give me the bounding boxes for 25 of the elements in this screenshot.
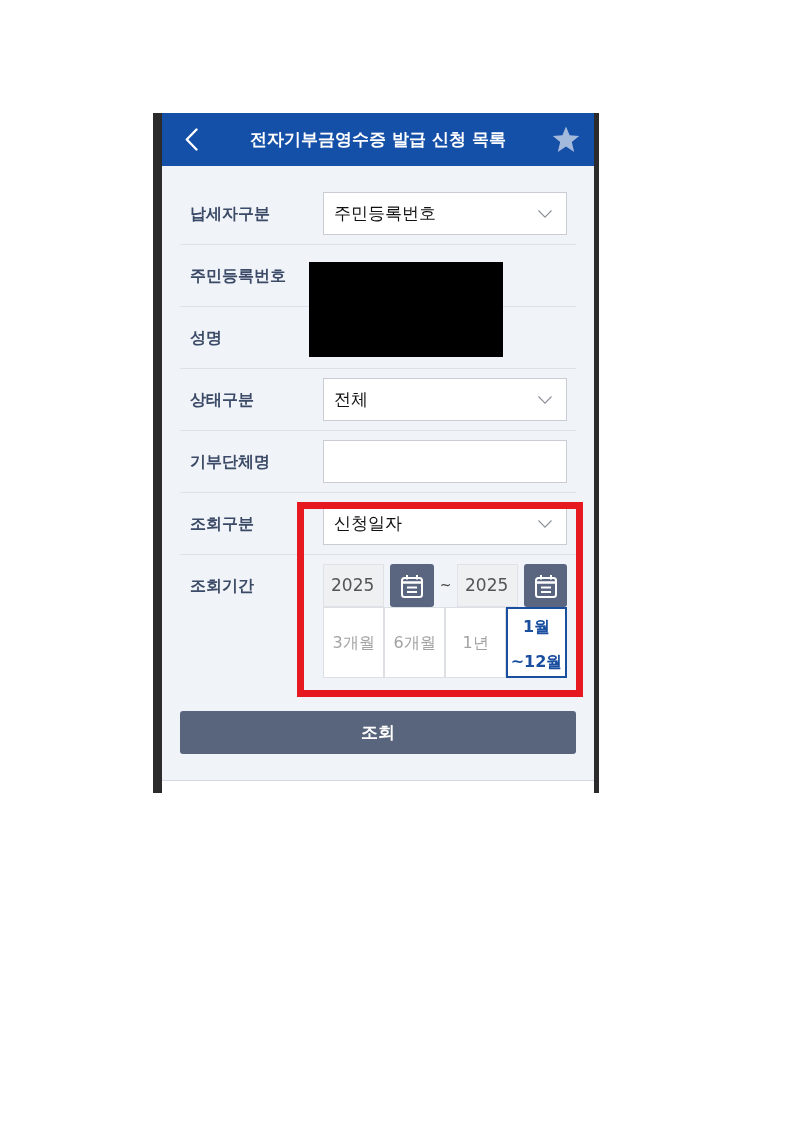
calendar-icon — [400, 573, 424, 598]
field-label: 납세자구분 — [189, 202, 271, 225]
period-preset-button[interactable]: 1월 ~12월 — [506, 607, 567, 678]
select-field[interactable]: 전체 — [323, 378, 567, 421]
calendar-button[interactable] — [524, 564, 567, 607]
date-field[interactable]: 2025 — [457, 564, 518, 607]
field-label: 성명 — [189, 326, 223, 349]
field-label: 주민등록번호 — [189, 264, 287, 287]
date-field[interactable]: 2025 — [323, 564, 384, 607]
range-separator: ~ — [439, 576, 452, 595]
chevron-down-icon — [538, 519, 552, 528]
field-label: 기부단체명 — [189, 450, 271, 473]
text-field[interactable] — [323, 440, 567, 483]
field-label: 조회구분 — [189, 512, 255, 535]
field-label: 조회기간 — [189, 574, 254, 597]
select-field[interactable]: 주민등록번호 — [323, 192, 567, 235]
calendar-button[interactable] — [390, 564, 434, 607]
star-icon[interactable] — [552, 126, 580, 153]
search-button[interactable]: 조회 — [180, 711, 576, 754]
chevron-down-icon — [538, 209, 552, 218]
page-title: 전자기부금영수증 발급 신청 목록 — [249, 127, 507, 151]
field-label: 상태구분 — [189, 388, 255, 411]
chevron-down-icon — [538, 395, 552, 404]
calendar-icon — [533, 573, 558, 598]
back-icon[interactable] — [185, 128, 198, 151]
